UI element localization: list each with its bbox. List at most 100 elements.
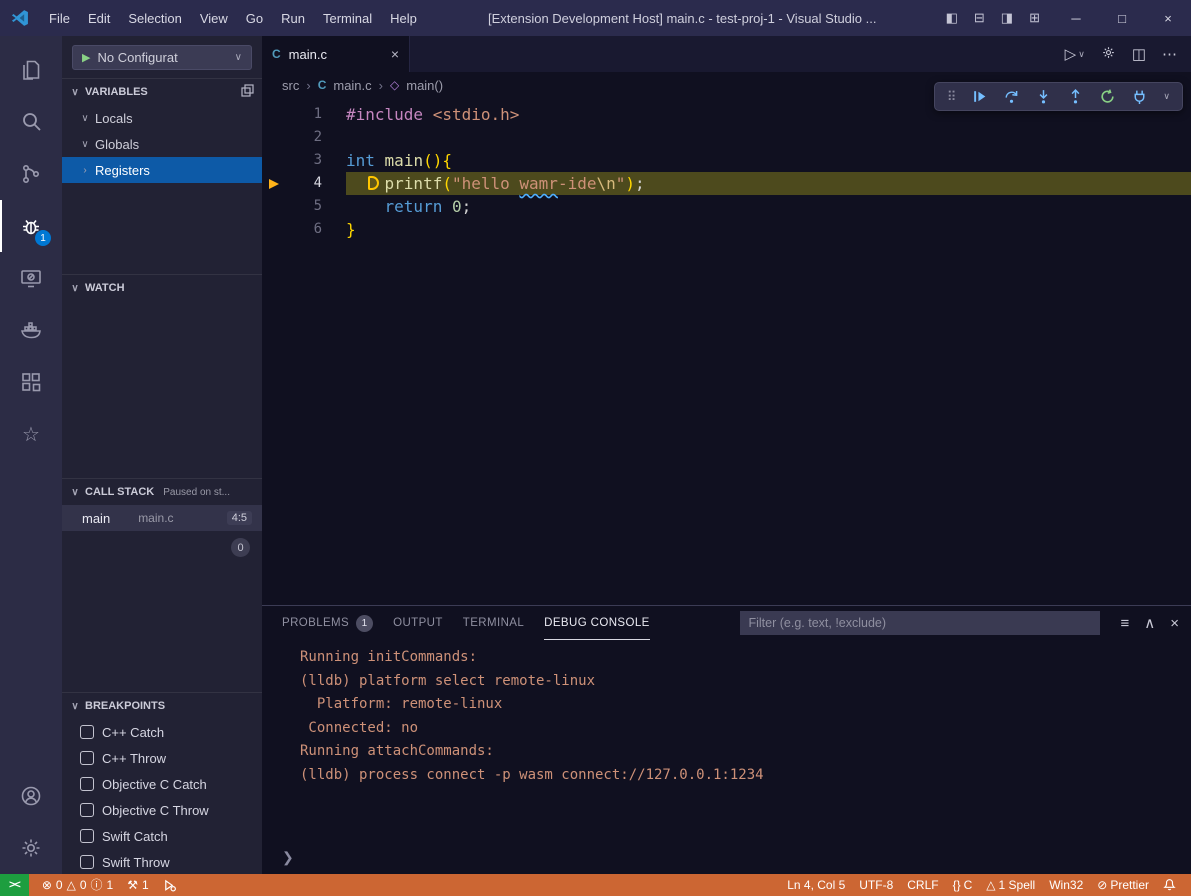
restart-icon[interactable] — [1099, 88, 1116, 105]
code-line-content[interactable]: int main(){ — [346, 149, 1191, 172]
close-panel-icon[interactable]: × — [1170, 615, 1179, 632]
variables-item-globals[interactable]: ∨ Globals — [62, 131, 262, 157]
breadcrumb-file[interactable]: main.c — [333, 78, 371, 93]
split-editor-icon[interactable]: ◫ — [1132, 45, 1146, 63]
tab-debug-console[interactable]: DEBUG CONSOLE — [544, 606, 650, 640]
filter-lines-icon[interactable]: ≡ — [1120, 615, 1129, 632]
variables-item-locals[interactable]: ∨ Locals — [62, 105, 262, 131]
menu-file[interactable]: File — [40, 7, 79, 30]
drag-handle-icon[interactable]: ⠿ — [947, 89, 957, 105]
toggle-panel-icon[interactable]: ⊟ — [967, 7, 992, 29]
checkbox[interactable] — [80, 803, 94, 817]
watch-section: ∨ WATCH — [62, 274, 262, 478]
run-and-debug-icon[interactable]: 1 — [0, 200, 62, 252]
tab-output[interactable]: OUTPUT — [393, 606, 443, 640]
gutter-glyph[interactable] — [262, 218, 286, 241]
extensions-icon[interactable] — [0, 356, 62, 408]
platform-indicator[interactable]: Win32 — [1042, 878, 1090, 892]
minimize-button[interactable]: ─ — [1053, 0, 1099, 36]
checkbox[interactable] — [80, 751, 94, 765]
chevron-down-icon[interactable]: ∨ — [1163, 91, 1170, 102]
code-line-content[interactable]: printf("hello wamr-ide\n"); — [346, 172, 1191, 195]
close-button[interactable]: × — [1145, 0, 1191, 36]
menu-edit[interactable]: Edit — [79, 7, 119, 30]
breakpoint-row[interactable]: C++ Catch — [62, 719, 262, 745]
console-input-chevron[interactable]: ❯ — [282, 849, 294, 866]
gutter-glyph[interactable] — [262, 103, 286, 126]
menu-selection[interactable]: Selection — [119, 7, 190, 30]
notifications-bell-icon[interactable] — [1156, 878, 1183, 891]
menu-run[interactable]: Run — [272, 7, 314, 30]
gutter-glyph[interactable] — [262, 149, 286, 172]
explorer-icon[interactable] — [0, 44, 62, 96]
settings-gear-icon[interactable] — [0, 822, 62, 874]
menu-terminal[interactable]: Terminal — [314, 7, 381, 30]
code-line-content[interactable]: return 0; — [346, 195, 1191, 218]
maximize-button[interactable]: □ — [1099, 0, 1145, 36]
menu-view[interactable]: View — [191, 7, 237, 30]
gutter-glyph[interactable] — [262, 195, 286, 218]
tools-status[interactable]: ⚒ 1 — [120, 874, 155, 896]
variables-header[interactable]: ∨ VARIABLES — [62, 79, 262, 105]
formatter-status[interactable]: ⊘ Prettier — [1090, 878, 1156, 892]
code-line-content[interactable]: } — [346, 218, 1191, 241]
step-out-icon[interactable] — [1067, 88, 1084, 105]
settings-gear-icon[interactable] — [1101, 45, 1116, 64]
language-indicator[interactable]: {} C — [946, 878, 980, 892]
docker-icon[interactable] — [0, 304, 62, 356]
breakpoint-row[interactable]: C++ Throw — [62, 745, 262, 771]
encoding-indicator[interactable]: UTF-8 — [852, 878, 900, 892]
code-line-content[interactable] — [346, 126, 1191, 149]
checkbox[interactable] — [80, 829, 94, 843]
breakpoint-row[interactable]: Objective C Catch — [62, 771, 262, 797]
remote-indicator[interactable]: >< — [0, 874, 29, 896]
debug-current-line-arrow-icon[interactable] — [262, 172, 286, 195]
remote-explorer-icon[interactable] — [0, 252, 62, 304]
step-into-icon[interactable] — [1035, 88, 1052, 105]
code-editor[interactable]: 1 #include <stdio.h> 2 3 int main(){ 4 — [262, 98, 1191, 605]
customize-layout-icon[interactable]: ⊞ — [1022, 7, 1047, 29]
stack-frame-row[interactable]: main main.c 4:5 — [62, 505, 262, 531]
search-icon[interactable] — [0, 96, 62, 148]
breadcrumb-symbol[interactable]: main() — [406, 78, 443, 93]
variables-item-registers[interactable]: › Registers — [62, 157, 262, 183]
step-over-icon[interactable] — [1003, 88, 1020, 105]
watch-header[interactable]: ∨ WATCH — [62, 275, 262, 301]
breakpoint-row[interactable]: Objective C Throw — [62, 797, 262, 823]
maximize-panel-icon[interactable]: ∧ — [1144, 614, 1155, 632]
tab-terminal[interactable]: TERMINAL — [463, 606, 524, 640]
eol-indicator[interactable]: CRLF — [900, 878, 945, 892]
gutter-glyph[interactable] — [262, 126, 286, 149]
menu-help[interactable]: Help — [381, 7, 426, 30]
breakpoint-row[interactable]: Swift Throw — [62, 849, 262, 874]
run-or-debug-button[interactable]: ▷ ∨ — [1065, 45, 1085, 63]
console-filter-input[interactable] — [740, 611, 1100, 635]
star-extension-icon[interactable]: ☆ — [0, 408, 62, 460]
more-actions-icon[interactable]: ⋯ — [1162, 45, 1177, 63]
cursor-position[interactable]: Ln 4, Col 5 — [780, 878, 852, 892]
debug-config-dropdown[interactable]: ▶ No Configurat ∨ — [72, 45, 252, 70]
call-stack-header[interactable]: ∨ CALL STACK Paused on st... — [62, 479, 262, 505]
disconnect-icon[interactable] — [1131, 88, 1148, 105]
breakpoints-header[interactable]: ∨ BREAKPOINTS — [62, 693, 262, 719]
account-icon[interactable] — [0, 770, 62, 822]
source-control-icon[interactable] — [0, 148, 62, 200]
tab-problems[interactable]: PROBLEMS 1 — [282, 606, 373, 640]
checkbox[interactable] — [80, 855, 94, 869]
spell-checker-status[interactable]: △ 1 Spell — [979, 878, 1042, 892]
continue-icon[interactable] — [971, 88, 988, 105]
close-tab-icon[interactable]: × — [391, 46, 399, 62]
debug-console-output[interactable]: Running initCommands: (lldb) platform se… — [262, 640, 1191, 874]
breakpoint-row[interactable]: Swift Catch — [62, 823, 262, 849]
breadcrumb-folder[interactable]: src — [282, 78, 299, 93]
start-debug-icon[interactable]: ▶ — [82, 51, 90, 64]
toggle-secondary-sidebar-icon[interactable]: ◨ — [994, 7, 1020, 29]
toggle-sidebar-icon[interactable]: ◧ — [939, 7, 965, 29]
collapse-all-icon[interactable] — [241, 84, 254, 100]
problems-status[interactable]: ⊗ 0 △ 0 ⓘ 1 — [35, 874, 120, 896]
tab-main-c[interactable]: C main.c × — [262, 36, 410, 72]
checkbox[interactable] — [80, 725, 94, 739]
menu-go[interactable]: Go — [237, 7, 272, 30]
checkbox[interactable] — [80, 777, 94, 791]
debug-status-icon[interactable] — [156, 874, 183, 896]
